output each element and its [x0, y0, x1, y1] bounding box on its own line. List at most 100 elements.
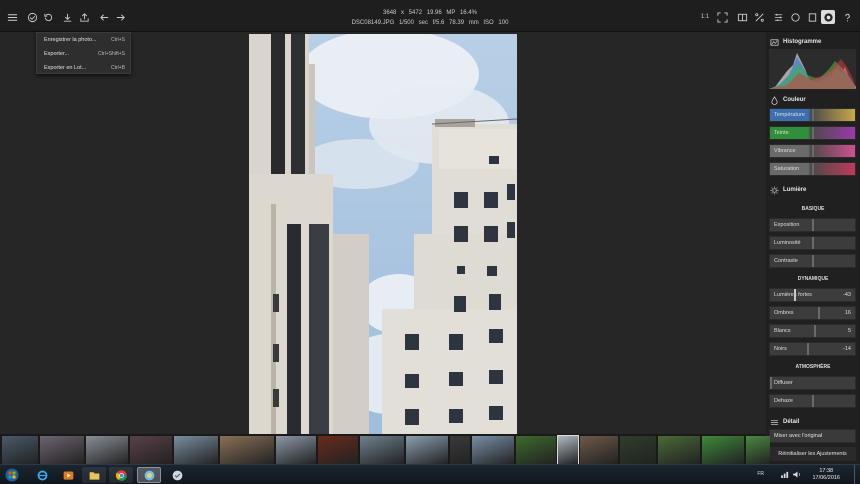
contrast-slider[interactable]: Contraste — [769, 254, 856, 268]
brightness-slider[interactable]: Luminosité — [769, 236, 856, 250]
chrome-taskbar-button[interactable] — [109, 467, 133, 483]
detail-header[interactable]: Détail — [770, 416, 799, 428]
save-icon[interactable] — [60, 10, 74, 24]
undo-icon[interactable] — [97, 10, 111, 24]
volume-icon[interactable] — [793, 471, 802, 478]
saturation-slider[interactable]: Saturation — [769, 162, 856, 176]
circle-icon[interactable] — [788, 10, 802, 24]
slider-knob[interactable] — [794, 289, 796, 301]
slider-knob[interactable] — [812, 145, 814, 157]
temperature-slider[interactable]: Température — [769, 108, 856, 122]
slider-label: Noirs — [774, 346, 787, 352]
atmosphere-subheader: ATMOSPHÈRE — [795, 364, 831, 370]
filmstrip-thumbnail[interactable] — [658, 436, 700, 464]
menu-item-label: Enregistrer la photo... — [44, 37, 97, 43]
show-desktop-button[interactable] — [854, 465, 860, 484]
menu-item-save-photo[interactable]: Enregistrer la photo... Ctrl+S — [37, 33, 132, 47]
filmstrip-thumbnail[interactable] — [406, 436, 448, 464]
cloud-check-icon[interactable] — [25, 10, 39, 24]
top-toolbar: 3648 x 5472 19.96 MP 16.4% DSC08149.JPG … — [0, 0, 860, 32]
blacks-slider[interactable]: Noirs -14 — [769, 342, 856, 356]
highlights-slider[interactable]: Lumières fortes -43 — [769, 288, 856, 302]
filmstrip-thumbnail[interactable] — [557, 435, 579, 465]
slider-knob[interactable] — [807, 343, 809, 355]
adjust-icon[interactable] — [771, 10, 785, 24]
other-app-taskbar-button[interactable] — [165, 467, 189, 483]
filmstrip-thumbnail[interactable] — [220, 436, 274, 464]
filmstrip-thumbnail[interactable] — [130, 436, 172, 464]
share-icon[interactable] — [77, 10, 91, 24]
percent-icon[interactable] — [752, 10, 766, 24]
filmstrip-thumbnail[interactable] — [580, 436, 618, 464]
compare-icon[interactable] — [735, 10, 749, 24]
filmstrip-thumbnail[interactable] — [702, 436, 744, 464]
reset-adjustments-button[interactable]: Réinitialiser les Ajustements — [769, 447, 856, 461]
light-title: Lumière — [783, 187, 807, 193]
menu-item-batch-export[interactable]: Exporter en Lot... Ctrl+B — [37, 61, 132, 75]
revert-icon[interactable] — [41, 10, 55, 24]
language-indicator[interactable]: FR — [757, 471, 764, 477]
filmstrip-thumbnail[interactable] — [516, 436, 556, 464]
tint-slider[interactable]: Teinte — [769, 126, 856, 140]
aperture-icon[interactable] — [821, 10, 835, 24]
slider-label: Teinte — [774, 130, 789, 136]
photo-app-taskbar-button[interactable] — [137, 467, 161, 483]
network-icon[interactable] — [781, 471, 790, 478]
filmstrip-thumbnail[interactable] — [360, 436, 404, 464]
explorer-taskbar-button[interactable] — [82, 467, 106, 483]
start-button[interactable] — [2, 467, 22, 483]
slider-knob[interactable] — [770, 377, 772, 389]
exposure-slider[interactable]: Exposition — [769, 218, 856, 232]
diffuse-slider[interactable]: Diffuser — [769, 376, 856, 390]
color-header[interactable]: Couleur — [770, 94, 806, 106]
clock[interactable]: 17:38 17/06/2016 — [812, 468, 840, 482]
slider-knob[interactable] — [812, 219, 814, 231]
shadows-slider[interactable]: Ombres 16 — [769, 306, 856, 320]
slider-knob[interactable] — [812, 163, 814, 175]
ie-taskbar-button[interactable] — [30, 467, 54, 483]
slider-knob[interactable] — [812, 237, 814, 249]
help-icon[interactable] — [840, 10, 854, 24]
filmstrip-thumbnail[interactable] — [450, 436, 470, 464]
redo-icon[interactable] — [113, 10, 127, 24]
filmstrip-thumbnail[interactable] — [746, 436, 770, 464]
filmstrip-thumbnail[interactable] — [318, 436, 358, 464]
focal-text: 78.39 mm — [449, 20, 479, 26]
slider-label: Luminosité — [774, 240, 801, 246]
filmstrip-thumbnail[interactable] — [40, 436, 84, 464]
slider-knob[interactable] — [812, 127, 814, 139]
aperture-text: f/5.6 — [432, 20, 445, 26]
slider-label: Saturation — [774, 166, 800, 172]
droplet-icon — [771, 95, 778, 105]
whites-slider[interactable]: Blancs 5 — [769, 324, 856, 338]
slider-label: Vibrance — [774, 148, 796, 154]
histogram-chart — [769, 49, 856, 89]
menu-item-export[interactable]: Exporter... Ctrl+Shift+S — [37, 47, 132, 61]
light-header[interactable]: Lumière — [770, 184, 806, 196]
sun-icon — [770, 185, 779, 195]
filmstrip-thumbnail[interactable] — [620, 436, 656, 464]
filmstrip-thumbnail[interactable] — [86, 436, 128, 464]
mix-original-button[interactable]: Mixer avec l'original — [769, 429, 856, 443]
histogram-header[interactable]: Histogramme — [770, 36, 821, 48]
filmstrip-thumbnail[interactable] — [2, 436, 38, 464]
zoom-1to1-button[interactable]: 1:1 — [697, 10, 713, 24]
filmstrip-thumbnail[interactable] — [174, 436, 218, 464]
filmstrip-thumbnail[interactable] — [472, 436, 514, 464]
dehaze-slider[interactable]: Dehaze — [769, 394, 856, 408]
filmstrip-thumbnail[interactable] — [276, 436, 316, 464]
vibrance-slider[interactable]: Vibrance — [769, 144, 856, 158]
slider-knob[interactable] — [812, 109, 814, 121]
basic-subheader: BASIQUE — [801, 206, 825, 212]
slider-knob[interactable] — [812, 255, 814, 267]
slider-knob[interactable] — [812, 395, 814, 407]
fit-screen-icon[interactable] — [715, 10, 729, 24]
media-player-taskbar-button[interactable] — [56, 467, 80, 483]
photo-canvas[interactable] — [249, 34, 517, 434]
zoom-1to1-label: 1:1 — [700, 14, 710, 20]
square-icon[interactable] — [805, 10, 819, 24]
slider-knob[interactable] — [818, 307, 820, 319]
slider-knob[interactable] — [814, 325, 816, 337]
slider-label: Ombres — [774, 310, 794, 316]
menu-icon[interactable] — [5, 10, 19, 24]
